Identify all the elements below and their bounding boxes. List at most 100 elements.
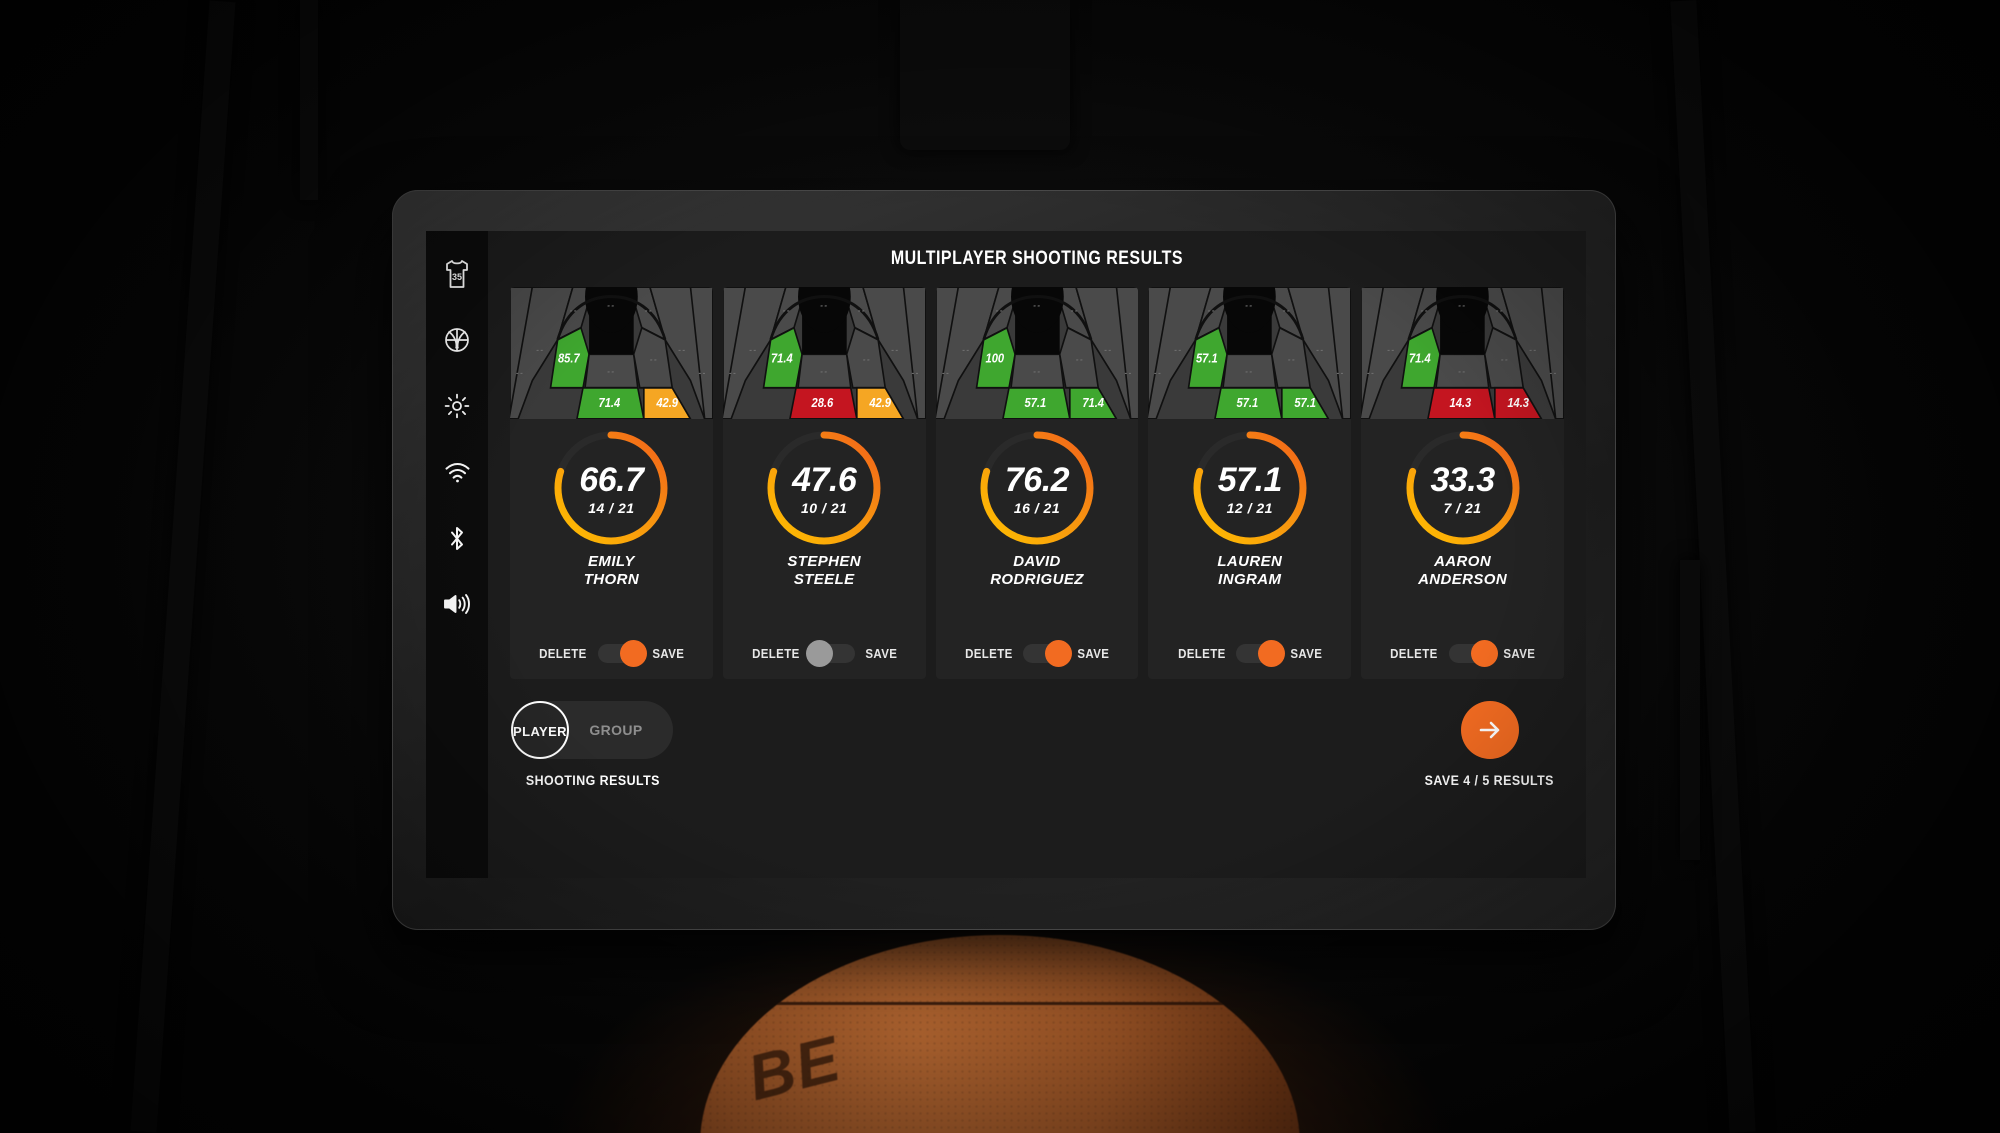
court-zone-map[interactable]: -- -- -- -- -- -- -- 71.4 -- -- 28.6 42.9 <box>722 287 926 419</box>
zone-value-right-baseline: 57.1 <box>1295 395 1317 410</box>
save-delete-row: DELETE SAVE <box>1361 640 1564 679</box>
made-attempts: 16 / 21 <box>1013 499 1061 516</box>
player-name: LAUREN INGRAM <box>1148 549 1351 644</box>
zone-value-left-corner-3: -- <box>962 344 970 355</box>
next-button[interactable] <box>1460 701 1519 759</box>
zone-value-left-baseline: 57.1 <box>1237 395 1259 410</box>
accuracy-percent: 47.6 <box>792 460 857 499</box>
save-delete-toggle[interactable] <box>1449 640 1499 667</box>
save-label[interactable]: SAVE <box>1291 647 1323 661</box>
player-name: STEPHEN STEELE <box>723 549 926 644</box>
mode-selector-group: PLAYER GROUP SHOOTING RESULTS <box>511 701 673 788</box>
zone-value-far-left: -- <box>942 367 950 378</box>
zone-value-right-baseline: 71.4 <box>1082 395 1104 410</box>
volume-icon[interactable] <box>440 587 474 621</box>
delete-label[interactable]: DELETE <box>965 647 1013 661</box>
gear-icon[interactable] <box>440 389 474 423</box>
page-title: MULTIPLAYER SHOOTING RESULTS <box>890 248 1184 269</box>
mode-player-button[interactable]: PLAYER <box>511 701 569 759</box>
bluetooth-icon[interactable] <box>440 521 474 555</box>
court-zone-map[interactable]: -- -- -- -- -- -- -- 100 -- -- 57.1 71.4 <box>935 287 1139 419</box>
save-delete-toggle[interactable] <box>1236 640 1286 667</box>
toggle-knob <box>1258 640 1286 667</box>
zone-value-left-corner-3: -- <box>1387 344 1395 355</box>
background-frame-bar <box>1680 560 1700 860</box>
zone-value-right-mid: -- <box>1075 354 1083 365</box>
player-first-name: EMILY <box>588 553 635 570</box>
delete-label[interactable]: DELETE <box>1178 647 1226 661</box>
player-cards-row: -- -- -- -- -- -- -- 85.7 -- -- 71.4 42.9 66.7 14 /… <box>488 287 1586 679</box>
save-delete-toggle[interactable] <box>1023 640 1073 667</box>
player-card[interactable]: -- -- -- -- -- -- -- 71.4 -- -- 14.3 14.3 33.3 7 / … <box>1361 287 1564 679</box>
save-delete-toggle[interactable] <box>805 640 855 667</box>
court-zone-map[interactable]: -- -- -- -- -- -- -- 85.7 -- -- 71.4 42.9 <box>510 287 713 419</box>
sidebar: 35 <box>426 231 488 878</box>
zone-value-top-3: -- <box>1246 300 1254 311</box>
zone-value-left-corner-3: -- <box>749 344 757 355</box>
player-card[interactable]: -- -- -- -- -- -- -- 57.1 -- -- 57.1 57.1 57.1 12 /… <box>1148 287 1352 679</box>
save-delete-row: DELETE SAVE <box>936 640 1139 679</box>
save-delete-row: DELETE SAVE <box>510 640 713 679</box>
zone-value-far-left: -- <box>516 367 524 378</box>
player-card[interactable]: -- -- -- -- -- -- -- 85.7 -- -- 71.4 42.9 66.7 14 /… <box>510 287 713 679</box>
zone-value-top-3: -- <box>1033 300 1041 311</box>
zone-value-far-right: -- <box>1124 367 1132 378</box>
player-first-name: STEPHEN <box>787 553 862 570</box>
accuracy-gauge: 66.7 14 / 21 <box>510 419 713 549</box>
zone-value-left-mid: 71.4 <box>1409 351 1431 366</box>
save-label[interactable]: SAVE <box>865 647 897 661</box>
next-caption: SAVE 4 / 5 RESULTS <box>1425 773 1555 788</box>
zone-value-right-mid: -- <box>1501 354 1509 365</box>
zone-value-right-wing-3: -- <box>1070 305 1078 316</box>
zone-value-free-throw: -- <box>607 366 615 377</box>
toggle-knob <box>1471 640 1499 667</box>
delete-label[interactable]: DELETE <box>1390 647 1438 661</box>
mode-caption: SHOOTING RESULTS <box>525 773 660 788</box>
zone-value-right-corner-3: -- <box>1104 344 1112 355</box>
save-label[interactable]: SAVE <box>1503 647 1535 661</box>
zone-value-free-throw: -- <box>1458 366 1466 377</box>
wifi-icon[interactable] <box>440 455 474 489</box>
accuracy-gauge: 33.3 7 / 21 <box>1361 419 1564 549</box>
zone-value-far-right: -- <box>699 367 707 378</box>
save-label[interactable]: SAVE <box>652 647 684 661</box>
accuracy-percent: 33.3 <box>1430 460 1495 499</box>
zone-value-left-mid: 85.7 <box>558 351 581 366</box>
zone-value-far-right: -- <box>1337 367 1345 378</box>
zone-value-top-3: -- <box>820 300 828 311</box>
accuracy-percent: 57.1 <box>1217 460 1283 499</box>
zone-value-right-baseline: 42.9 <box>868 395 891 410</box>
player-card[interactable]: -- -- -- -- -- -- -- 71.4 -- -- 28.6 42.9 47.6 10 /… <box>722 287 926 679</box>
player-name: DAVID RODRIGUEZ <box>936 549 1139 644</box>
toggle-knob <box>1045 640 1073 667</box>
save-label[interactable]: SAVE <box>1078 647 1110 661</box>
zone-value-right-wing-3: -- <box>1283 305 1291 316</box>
main-content: MULTIPLAYER SHOOTING RESULTS -- -- -- -- -- -… <box>488 231 1586 878</box>
mode-selector[interactable]: PLAYER GROUP <box>511 701 673 759</box>
mode-group-button[interactable]: GROUP <box>573 722 659 738</box>
zone-value-right-wing-3: -- <box>858 305 866 316</box>
player-first-name: AARON <box>1434 553 1492 570</box>
save-delete-toggle[interactable] <box>597 640 647 667</box>
player-last-name: INGRAM <box>1218 571 1282 589</box>
player-card[interactable]: -- -- -- -- -- -- -- 100 -- -- 57.1 71.4 76.2 16 / … <box>935 287 1139 679</box>
basketball-icon[interactable] <box>440 323 474 357</box>
zone-value-left-mid: 57.1 <box>1196 351 1218 366</box>
zone-value-right-wing-3: -- <box>1496 305 1504 316</box>
save-delete-row: DELETE SAVE <box>1148 640 1351 679</box>
delete-label[interactable]: DELETE <box>752 647 800 661</box>
delete-label[interactable]: DELETE <box>539 647 587 661</box>
jersey-icon[interactable]: 35 <box>440 257 474 291</box>
zone-value-left-baseline: 57.1 <box>1024 395 1046 410</box>
toggle-knob <box>619 640 647 667</box>
player-first-name: LAUREN <box>1217 553 1283 570</box>
court-zone-map[interactable]: -- -- -- -- -- -- -- 71.4 -- -- 14.3 14.3 <box>1361 287 1564 419</box>
court-zone-map[interactable]: -- -- -- -- -- -- -- 57.1 -- -- 57.1 57.1 <box>1148 287 1352 419</box>
arrow-right-icon <box>1477 719 1503 741</box>
zone-value-right-mid: -- <box>650 354 658 365</box>
zone-value-left-mid: 71.4 <box>771 351 793 366</box>
svg-text:35: 35 <box>452 272 462 282</box>
zone-value-left-baseline: 28.6 <box>810 395 833 410</box>
zone-value-far-left: -- <box>1154 367 1162 378</box>
accuracy-gauge: 76.2 16 / 21 <box>936 419 1139 549</box>
